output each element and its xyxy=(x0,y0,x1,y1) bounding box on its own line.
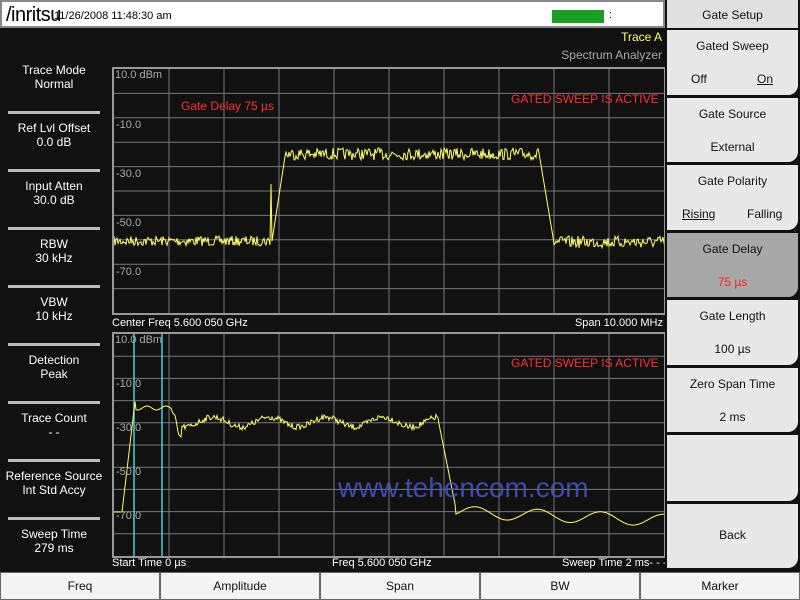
tick-label: -50.0 xyxy=(116,217,142,229)
sidebar-reference-source: Reference Source Int Std Accy xyxy=(0,464,108,522)
status-bar: /inritsu 11/26/2008 11:48:30 am : xyxy=(0,0,665,28)
datetime: 11/26/2008 11:48:30 am xyxy=(54,10,172,22)
label: Reference Source xyxy=(5,469,103,483)
freq: Freq 5.600 050 GHz xyxy=(332,557,432,569)
label: Gated Sweep xyxy=(696,39,769,53)
label: VBW xyxy=(40,295,68,309)
value: 30 kHz xyxy=(35,251,73,265)
option-falling: Falling xyxy=(747,207,783,221)
gate-delay-annotation: Gate Delay 75 µs xyxy=(181,99,274,113)
battery-icon xyxy=(552,10,604,23)
sidebar-detection: Detection Peak xyxy=(0,348,108,406)
label: Zero Span Time xyxy=(689,377,776,391)
gate-delay-button[interactable]: Gate Delay 75 µs xyxy=(667,233,798,297)
ref-level: 10.0 dBm xyxy=(115,334,163,346)
tab-amplitude[interactable]: Amplitude xyxy=(160,572,320,600)
ref-level: 10.0 dBm xyxy=(115,69,163,81)
option-on: On xyxy=(757,72,774,86)
label: Sweep Time xyxy=(20,527,88,541)
right-panel: Gate Setup Gated Sweep Off On Gate Sourc… xyxy=(665,0,800,572)
value: 75 µs xyxy=(717,275,748,289)
label: Gate Source xyxy=(698,107,767,121)
menu-title-text: Gate Setup xyxy=(702,8,763,22)
label: Input Atten xyxy=(25,179,83,193)
tick-label: -30.0 xyxy=(116,168,142,180)
tab-marker[interactable]: Marker xyxy=(640,572,800,600)
tab-bw[interactable]: BW xyxy=(480,572,640,600)
label: Gate Polarity xyxy=(697,174,768,188)
value: 10 kHz xyxy=(35,309,73,323)
tick-label: -70.0 xyxy=(116,510,142,522)
gate-length-button[interactable]: Gate Length 100 µs xyxy=(667,300,798,365)
value: Normal xyxy=(34,77,74,91)
tab-span[interactable]: Span xyxy=(320,572,480,600)
battery-suffix: : xyxy=(609,9,613,21)
value: 279 ms xyxy=(34,541,74,555)
gated-sweep-status: GATED SWEEP IS ACTIVE xyxy=(511,92,659,106)
label: Gate Delay xyxy=(702,242,763,256)
value: 2 ms xyxy=(719,410,746,424)
empty-button[interactable] xyxy=(667,435,798,501)
tab-freq[interactable]: Freq xyxy=(0,572,160,600)
sidebar-input-atten: Input Atten 30.0 dB xyxy=(0,174,108,232)
gated-sweep-button[interactable]: Gated Sweep Off On xyxy=(667,30,798,95)
value: Peak xyxy=(40,367,68,381)
sidebar: Trace Mode Normal Ref Lvl Offset 0.0 dB In… xyxy=(0,58,108,580)
sweep-time: Sweep Time 2 ms- - - xyxy=(562,557,667,569)
label: Trace Mode xyxy=(22,63,86,77)
anritsu-logo: /inritsu xyxy=(6,4,61,26)
menu-title: Gate Setup xyxy=(667,0,798,28)
bottom-tabs: Freq Amplitude Span BW Marker xyxy=(0,572,800,600)
gate-source-button[interactable]: Gate Source External xyxy=(667,98,798,162)
option-off: Off xyxy=(691,72,707,86)
label: Gate Length xyxy=(699,309,766,323)
value: 0.0 dB xyxy=(36,135,72,149)
sidebar-rbw: RBW 30 kHz xyxy=(0,232,108,290)
label: Trace Count xyxy=(21,411,87,425)
trace-label: Trace A xyxy=(621,30,662,44)
watermark: www.tehencom.com xyxy=(338,472,589,503)
label: Ref Lvl Offset xyxy=(17,121,91,135)
sidebar-trace-count: Trace Count - - xyxy=(0,406,108,464)
tick-label: -50.0 xyxy=(116,466,142,478)
value: Int Std Accy xyxy=(22,483,86,497)
tick-label: -10.0 xyxy=(116,378,142,390)
value: 30.0 dB xyxy=(33,193,75,207)
gate-polarity-button[interactable]: Gate Polarity Rising Falling xyxy=(667,165,798,230)
sidebar-ref-lvl-offset: Ref Lvl Offset 0.0 dB xyxy=(0,116,108,174)
center-freq: Center Freq 5.600 050 GHz xyxy=(112,317,248,329)
sidebar-trace-mode: Trace Mode Normal xyxy=(0,58,108,116)
tick-label: -70.0 xyxy=(116,266,142,278)
label: Detection xyxy=(28,353,80,367)
value: 100 µs xyxy=(714,342,751,356)
tick-label: -10.0 xyxy=(116,119,142,131)
sidebar-vbw: VBW 10 kHz xyxy=(0,290,108,348)
option-rising: Rising xyxy=(682,207,716,221)
span: Span 10.000 MHz xyxy=(574,317,663,329)
label: Back xyxy=(719,528,746,542)
back-button[interactable]: Back xyxy=(667,504,798,568)
zero-span-time-button[interactable]: Zero Span Time 2 ms xyxy=(667,368,798,432)
gated-sweep-status: GATED SWEEP IS ACTIVE xyxy=(511,356,659,370)
value: External xyxy=(710,140,755,154)
tick-label: -30.0 xyxy=(116,422,142,434)
start-time: Start Time 0 µs xyxy=(112,557,187,569)
value: - - xyxy=(48,425,60,439)
label: RBW xyxy=(40,237,68,251)
mode-label: Spectrum Analyzer xyxy=(561,48,662,62)
